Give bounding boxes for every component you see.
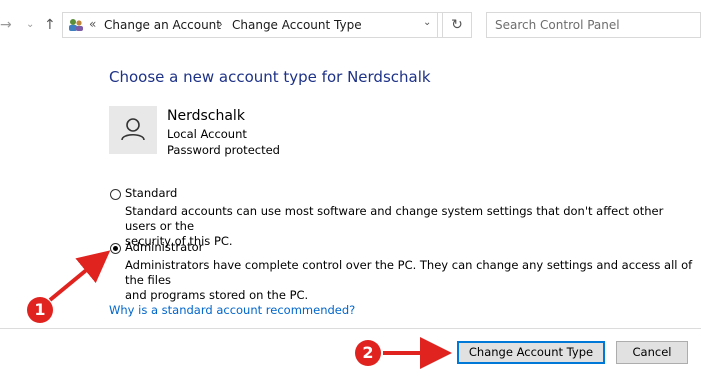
annotation-arrow-1 [48, 250, 111, 302]
annotation-arrows [48, 250, 452, 369]
annotation-badge-2: 2 [355, 340, 381, 366]
annotation-badge-1: 1 [27, 297, 53, 323]
